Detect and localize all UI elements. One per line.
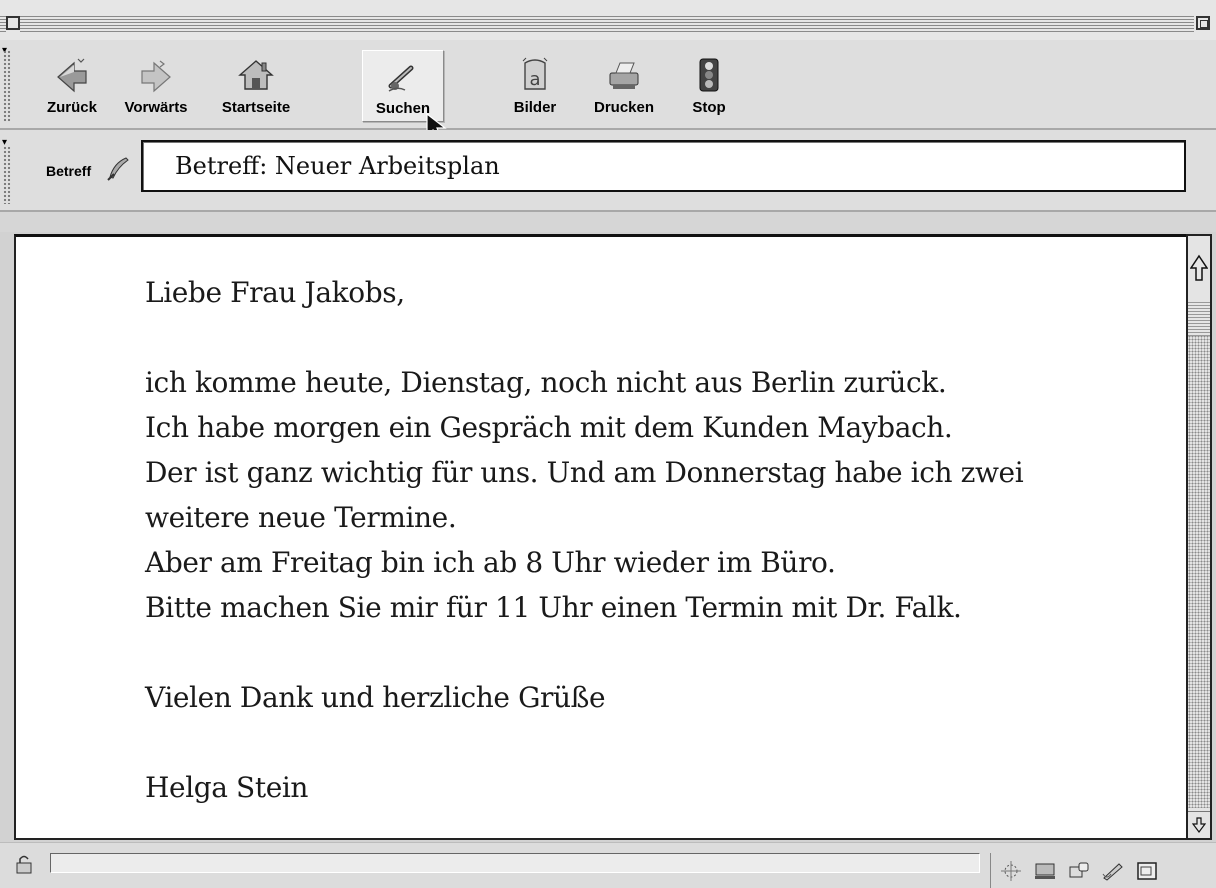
mail-icon[interactable]	[1067, 860, 1091, 882]
subject-field[interactable]: Betreff: Neuer Arbeitsplan	[141, 140, 1186, 192]
scroll-track[interactable]	[1188, 302, 1210, 808]
computer-icon[interactable]	[1033, 860, 1057, 882]
message-line: Helga Stein	[145, 771, 309, 804]
images-icon: a	[522, 57, 548, 90]
message-text: Liebe Frau Jakobs, ich komme heute, Dien…	[145, 270, 1175, 810]
title-bar-stripes	[20, 16, 1194, 33]
message-line	[145, 720, 1175, 765]
message-line: Liebe Frau Jakobs,	[145, 276, 405, 309]
vertical-scrollbar[interactable]	[1186, 234, 1212, 840]
compose-icon[interactable]	[1101, 860, 1125, 882]
status-text-field	[50, 853, 980, 873]
stop-button[interactable]: Stop	[684, 50, 734, 120]
images-button-label: Bilder	[513, 99, 557, 116]
scroll-down-button[interactable]	[1188, 811, 1210, 838]
component-tray	[990, 853, 1216, 888]
subject-bar: ▾ Betreff Betreff: Neuer Arbeitsplan	[0, 130, 1216, 212]
scroll-up-button[interactable]	[1188, 236, 1210, 302]
printer-icon	[609, 62, 639, 89]
back-button[interactable]: Zurück	[40, 50, 104, 120]
arrow-up-icon	[1190, 254, 1208, 281]
print-button-label: Drucken	[593, 99, 655, 116]
home-button[interactable]: Startseite	[214, 50, 298, 120]
message-line: Ich habe morgen ein Gespräch mit dem Kun…	[145, 411, 953, 444]
message-line: weitere neue Termine.	[145, 501, 457, 534]
lock-icon[interactable]	[14, 853, 36, 875]
message-line	[145, 630, 1175, 675]
navigation-toolbar: ▾ Zurück Vorwärts Startseite Suc	[0, 40, 1216, 141]
message-body[interactable]: Liebe Frau Jakobs, ich komme heute, Dien…	[14, 234, 1186, 840]
forward-arrow-icon	[141, 60, 171, 93]
search-button-label: Suchen	[375, 100, 431, 117]
message-line: Der ist ganz wichtig für uns. Und am Don…	[145, 456, 1024, 489]
zoom-window-button[interactable]	[1196, 16, 1210, 30]
traffic-light-icon	[699, 58, 719, 92]
message-line: Aber am Freitag bin ich ab 8 Uhr wieder …	[145, 546, 836, 579]
window-icon[interactable]	[1135, 860, 1159, 882]
forward-button[interactable]: Vorwärts	[118, 50, 194, 120]
close-window-button[interactable]	[6, 16, 20, 30]
back-button-label: Zurück	[46, 99, 97, 116]
home-button-label: Startseite	[221, 99, 291, 116]
print-button[interactable]: Drucken	[586, 50, 662, 120]
subject-bar-grip[interactable]	[3, 146, 11, 204]
message-line: ich komme heute, Dienstag, noch nicht au…	[145, 366, 947, 399]
window-title-bar[interactable]	[0, 0, 1216, 41]
stop-button-label: Stop	[692, 99, 726, 116]
arrow-down-icon	[1192, 817, 1206, 833]
search-icon	[388, 65, 414, 92]
toolbar-grip[interactable]	[3, 50, 11, 122]
message-line: Vielen Dank und herzliche Grüße	[145, 681, 606, 714]
message-line	[145, 315, 1175, 360]
subject-label: Betreff	[46, 163, 92, 179]
images-button[interactable]: a Bilder	[508, 50, 562, 120]
svg-text:a: a	[529, 69, 540, 90]
forward-button-label: Vorwärts	[124, 99, 188, 116]
back-arrow-icon	[57, 58, 87, 93]
content-separator	[0, 212, 1216, 232]
message-line: Bitte machen Sie mir für 11 Uhr einen Te…	[145, 591, 962, 624]
home-icon	[238, 60, 274, 90]
scroll-thumb[interactable]	[1188, 302, 1210, 336]
network-icon[interactable]	[999, 860, 1023, 882]
quill-icon	[107, 157, 129, 181]
status-bar	[0, 842, 1216, 888]
